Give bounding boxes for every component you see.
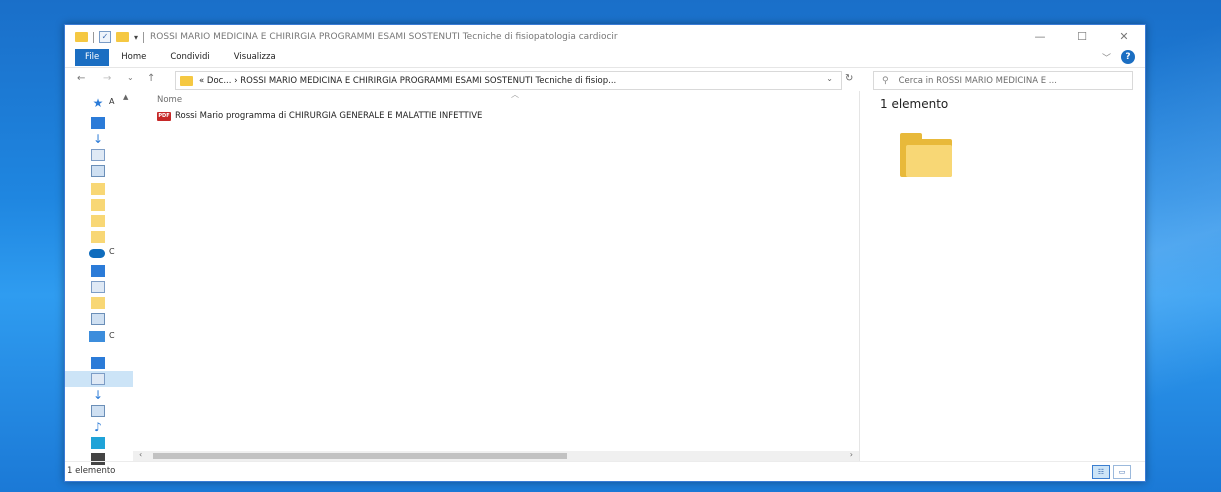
nav-label-onedrive[interactable]: C	[109, 247, 115, 256]
status-bar: 1 elemento ☷ ▭	[65, 461, 1145, 482]
music-icon[interactable]: ♪	[91, 421, 105, 433]
file-row[interactable]: PDF Rossi Mario programma di CHIRURGIA G…	[157, 111, 482, 121]
details-view-icon[interactable]: ☷	[1092, 465, 1110, 479]
pictures-icon[interactable]	[91, 405, 105, 417]
expand-ribbon-icon[interactable]: ﹀	[1102, 51, 1111, 64]
recent-locations-button[interactable]: ⌄	[127, 73, 134, 82]
quick-access-toolbar: ✓ ▾	[65, 31, 145, 43]
chevron-down-icon[interactable]: ⌄	[826, 74, 833, 83]
scrollbar-thumb[interactable]	[153, 453, 567, 459]
title-bar: ✓ ▾ ROSSI MARIO MEDICINA E CHIRIRGIA PRO…	[65, 25, 1145, 49]
desktop-icon[interactable]	[91, 357, 105, 369]
nav-label-this-pc[interactable]: C	[109, 331, 115, 340]
large-icons-view-icon[interactable]: ▭	[1113, 465, 1131, 479]
file-explorer-window: ✓ ▾ ROSSI MARIO MEDICINA E CHIRIRGIA PRO…	[64, 24, 1146, 482]
search-icon: ⚲	[882, 75, 889, 86]
tab-view[interactable]: Visualizza	[222, 49, 288, 66]
pictures-icon[interactable]	[91, 313, 105, 325]
address-row: ← → ⌄ ↑ « Doc... › ROSSI MARIO MEDICINA …	[65, 67, 1145, 92]
tab-file[interactable]: File	[75, 49, 110, 66]
separator	[143, 31, 145, 43]
this-pc-icon[interactable]	[89, 331, 105, 342]
downloads-icon[interactable]: ↓	[91, 133, 105, 145]
pdf-icon: PDF	[157, 111, 171, 121]
minimize-button[interactable]: —	[1019, 25, 1061, 49]
tab-home[interactable]: Home	[109, 49, 158, 66]
status-text: 1 elemento	[67, 466, 116, 476]
ribbon-tabs: File Home Condividi Visualizza ﹀ ?	[65, 49, 1145, 66]
folder-icon[interactable]	[91, 231, 105, 243]
item-count: 1 elemento	[880, 97, 949, 111]
address-bar[interactable]: « Doc... › ROSSI MARIO MEDICINA E CHIRIR…	[175, 71, 842, 90]
folder-icon	[75, 32, 88, 42]
column-header-name[interactable]: Nome	[157, 95, 182, 105]
details-pane: 1 elemento	[860, 91, 1144, 461]
maximize-button[interactable]: ☐	[1061, 25, 1103, 49]
3d-objects-icon[interactable]	[91, 437, 105, 449]
folder-icon[interactable]	[91, 199, 105, 211]
folder-icon[interactable]	[91, 297, 105, 309]
star-icon[interactable]: ★	[91, 97, 105, 109]
tab-share[interactable]: Condividi	[158, 49, 221, 66]
documents-icon[interactable]	[91, 281, 105, 293]
folder-icon[interactable]	[91, 215, 105, 227]
customize-toolbar-icon[interactable]: ▾	[134, 33, 138, 42]
window-controls: — ☐ ✕	[1019, 25, 1145, 49]
address-path[interactable]: « Doc... › ROSSI MARIO MEDICINA E CHIRIR…	[199, 76, 616, 86]
downloads-icon[interactable]: ↓	[91, 389, 105, 401]
file-name[interactable]: Rossi Mario programma di CHIRURGIA GENER…	[175, 111, 482, 121]
properties-icon[interactable]: ✓	[99, 31, 111, 43]
documents-icon[interactable]	[91, 373, 105, 385]
up-button[interactable]: ↑	[147, 73, 155, 84]
pictures-icon[interactable]	[91, 165, 105, 177]
back-button[interactable]: ←	[77, 73, 85, 84]
window-title: ROSSI MARIO MEDICINA E CHIRIRGIA PROGRAM…	[150, 32, 618, 42]
scroll-right-icon[interactable]: ›	[850, 450, 853, 459]
nav-label-quick-access[interactable]: A	[109, 97, 114, 106]
desktop-icon[interactable]	[91, 265, 105, 277]
separator	[93, 31, 94, 43]
folder-icon	[180, 75, 193, 86]
file-list: Nome ︿ PDF Rossi Mario programma di CHIR…	[133, 90, 860, 461]
refresh-button[interactable]: ↻	[845, 73, 853, 84]
search-input[interactable]: Cerca in ROSSI MARIO MEDICINA E ...	[899, 76, 1057, 86]
help-icon[interactable]: ?	[1121, 50, 1135, 64]
desktop-icon[interactable]	[91, 117, 105, 129]
folder-preview-icon	[900, 133, 952, 177]
documents-icon[interactable]	[91, 149, 105, 161]
close-button[interactable]: ✕	[1103, 25, 1145, 49]
navigation-pane: ▲ ★ A ↓ C C ↓ ♪	[65, 91, 133, 465]
scroll-left-icon[interactable]: ‹	[139, 450, 142, 459]
new-folder-icon[interactable]	[116, 32, 129, 42]
scroll-up-icon[interactable]: ▲	[123, 93, 128, 101]
folder-icon[interactable]	[91, 183, 105, 195]
view-buttons: ☷ ▭	[1092, 465, 1131, 479]
onedrive-icon[interactable]	[89, 249, 105, 258]
sort-arrow-icon: ︿	[511, 90, 519, 99]
forward-button[interactable]: →	[103, 73, 111, 84]
horizontal-scrollbar[interactable]: ‹ ›	[133, 450, 859, 461]
search-box[interactable]: ⚲ Cerca in ROSSI MARIO MEDICINA E ...	[873, 71, 1133, 90]
